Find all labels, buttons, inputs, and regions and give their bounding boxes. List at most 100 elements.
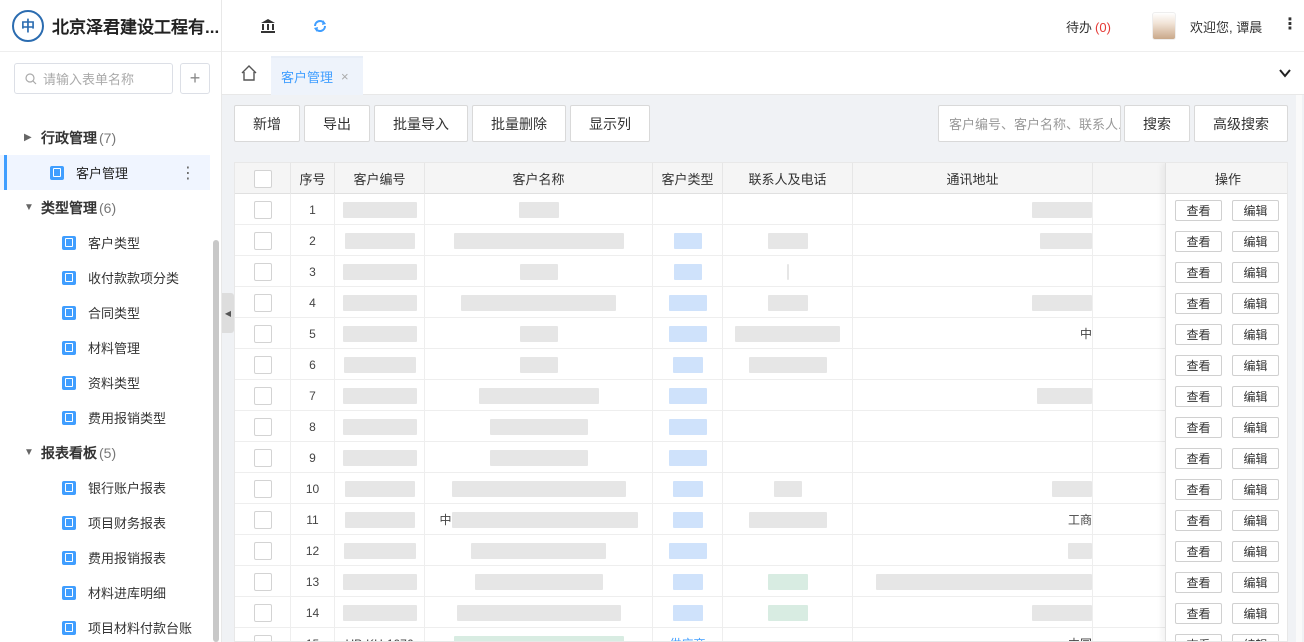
row-checkbox[interactable] (253, 324, 272, 343)
tab-customer-management[interactable]: 客户管理 × (271, 56, 363, 95)
more-vertical-icon[interactable]: ⋮ (1282, 14, 1298, 34)
table-row[interactable]: 12 (235, 535, 1287, 566)
batch-delete-button[interactable]: 批量删除 (472, 105, 566, 142)
view-button[interactable]: 查看 (1175, 262, 1222, 283)
show-columns-button[interactable]: 显示列 (570, 105, 650, 142)
sidebar-group-admin[interactable]: ▶ 行政管理 (7) (0, 120, 210, 155)
view-button[interactable]: 查看 (1175, 417, 1222, 438)
view-button[interactable]: 查看 (1175, 324, 1222, 345)
advanced-search-button[interactable]: 高级搜索 (1194, 105, 1288, 142)
row-checkbox[interactable] (253, 634, 272, 641)
row-checkbox[interactable] (253, 417, 272, 436)
row-checkbox[interactable] (253, 262, 272, 281)
row-checkbox[interactable] (253, 386, 272, 405)
sidebar-item-contract-type[interactable]: 合同类型 (0, 295, 210, 330)
row-checkbox[interactable] (253, 355, 272, 374)
chevron-down-icon[interactable] (1278, 66, 1292, 83)
bank-icon[interactable] (258, 16, 278, 36)
edit-button[interactable]: 编辑 (1232, 324, 1279, 345)
view-button[interactable]: 查看 (1175, 603, 1222, 624)
table-row[interactable]: 14 (235, 597, 1287, 628)
sidebar-item-document-type[interactable]: 资料类型 (0, 365, 210, 400)
row-checkbox[interactable] (253, 231, 272, 250)
sidebar-item-bank-report[interactable]: 银行账户报表 (0, 470, 210, 505)
more-vertical-icon[interactable]: ⋮ (180, 163, 196, 183)
view-button[interactable]: 查看 (1175, 200, 1222, 221)
sidebar-item-customer-management[interactable]: 客户管理 ⋮ (0, 155, 210, 190)
table-row[interactable]: 3 (235, 256, 1287, 287)
edit-button[interactable]: 编辑 (1232, 200, 1279, 221)
sidebar-item-payment-category[interactable]: 收付款款项分类 (0, 260, 210, 295)
form-search-input[interactable]: 请输入表单名称 (14, 63, 173, 94)
row-checkbox[interactable] (253, 479, 272, 498)
table-row[interactable]: 9 (235, 442, 1287, 473)
sidebar-item-material-management[interactable]: 材料管理 (0, 330, 210, 365)
sidebar-item-expense-type[interactable]: 费用报销类型 (0, 400, 210, 435)
add-form-button[interactable]: + (180, 63, 210, 94)
todo-link[interactable]: 待办 (0) (1066, 17, 1111, 36)
edit-button[interactable]: 编辑 (1232, 541, 1279, 562)
sidebar-item-material-payment-ledger[interactable]: 项目材料付款台账 (0, 610, 210, 642)
batch-import-button[interactable]: 批量导入 (374, 105, 468, 142)
view-button[interactable]: 查看 (1175, 293, 1222, 314)
edit-button[interactable]: 编辑 (1232, 262, 1279, 283)
sidebar-group-reports[interactable]: ▼ 报表看板 (5) (0, 435, 210, 470)
row-checkbox[interactable] (253, 603, 272, 622)
view-button[interactable]: 查看 (1175, 231, 1222, 252)
edit-button[interactable]: 编辑 (1232, 603, 1279, 624)
table-row[interactable]: 11 中 工商 (235, 504, 1287, 535)
export-button[interactable]: 导出 (304, 105, 370, 142)
add-button[interactable]: 新增 (234, 105, 300, 142)
view-button[interactable]: 查看 (1175, 355, 1222, 376)
edit-button[interactable]: 编辑 (1232, 479, 1279, 500)
customer-search-input[interactable]: 客户编号、客户名称、联系人... (938, 105, 1121, 142)
page-scrollbar[interactable] (1296, 95, 1302, 642)
edit-button[interactable]: 编辑 (1232, 510, 1279, 531)
edit-button[interactable]: 编辑 (1232, 417, 1279, 438)
welcome-text[interactable]: 欢迎您, 谭晨 (1190, 17, 1262, 36)
edit-button[interactable]: 编辑 (1232, 293, 1279, 314)
select-all-checkbox[interactable] (253, 169, 272, 188)
edit-button[interactable]: 编辑 (1232, 386, 1279, 407)
edit-button[interactable]: 编辑 (1232, 448, 1279, 469)
table-row[interactable]: 4 (235, 287, 1287, 318)
view-button[interactable]: 查看 (1175, 510, 1222, 531)
row-checkbox[interactable] (253, 572, 272, 591)
row-checkbox[interactable] (253, 448, 272, 467)
sidebar-scrollbar[interactable] (213, 240, 219, 642)
refresh-icon[interactable] (310, 16, 330, 36)
edit-button[interactable]: 编辑 (1232, 634, 1279, 641)
row-checkbox[interactable] (253, 510, 272, 529)
home-icon[interactable] (240, 64, 258, 82)
table-row[interactable]: 10 (235, 473, 1287, 504)
table-row[interactable]: 7 (235, 380, 1287, 411)
view-button[interactable]: 查看 (1175, 448, 1222, 469)
view-button[interactable]: 查看 (1175, 479, 1222, 500)
edit-button[interactable]: 编辑 (1232, 572, 1279, 593)
table-row[interactable]: 15 HP-KH-1076 供应商 中国 (235, 628, 1287, 641)
row-checkbox[interactable] (253, 200, 272, 219)
sidebar-group-types[interactable]: ▼ 类型管理 (6) (0, 190, 210, 225)
user-avatar[interactable] (1152, 12, 1176, 40)
sidebar-item-project-finance-report[interactable]: 项目财务报表 (0, 505, 210, 540)
view-button[interactable]: 查看 (1175, 541, 1222, 562)
sidebar-item-material-inbound[interactable]: 材料进库明细 (0, 575, 210, 610)
view-button[interactable]: 查看 (1175, 634, 1222, 641)
close-icon[interactable]: × (341, 69, 349, 84)
table-row[interactable]: 1 (235, 194, 1287, 225)
sidebar-collapse-toggle[interactable]: ◀ (222, 293, 234, 333)
view-button[interactable]: 查看 (1175, 386, 1222, 407)
table-row[interactable]: 2 (235, 225, 1287, 256)
table-row[interactable]: 13 (235, 566, 1287, 597)
search-button[interactable]: 搜索 (1124, 105, 1190, 142)
edit-button[interactable]: 编辑 (1232, 231, 1279, 252)
sidebar-item-expense-report[interactable]: 费用报销报表 (0, 540, 210, 575)
row-checkbox[interactable] (253, 541, 272, 560)
edit-button[interactable]: 编辑 (1232, 355, 1279, 376)
row-checkbox[interactable] (253, 293, 272, 312)
table-row[interactable]: 8 (235, 411, 1287, 442)
table-row[interactable]: 5中 (235, 318, 1287, 349)
sidebar-item-customer-type[interactable]: 客户类型 (0, 225, 210, 260)
table-row[interactable]: 6 (235, 349, 1287, 380)
view-button[interactable]: 查看 (1175, 572, 1222, 593)
